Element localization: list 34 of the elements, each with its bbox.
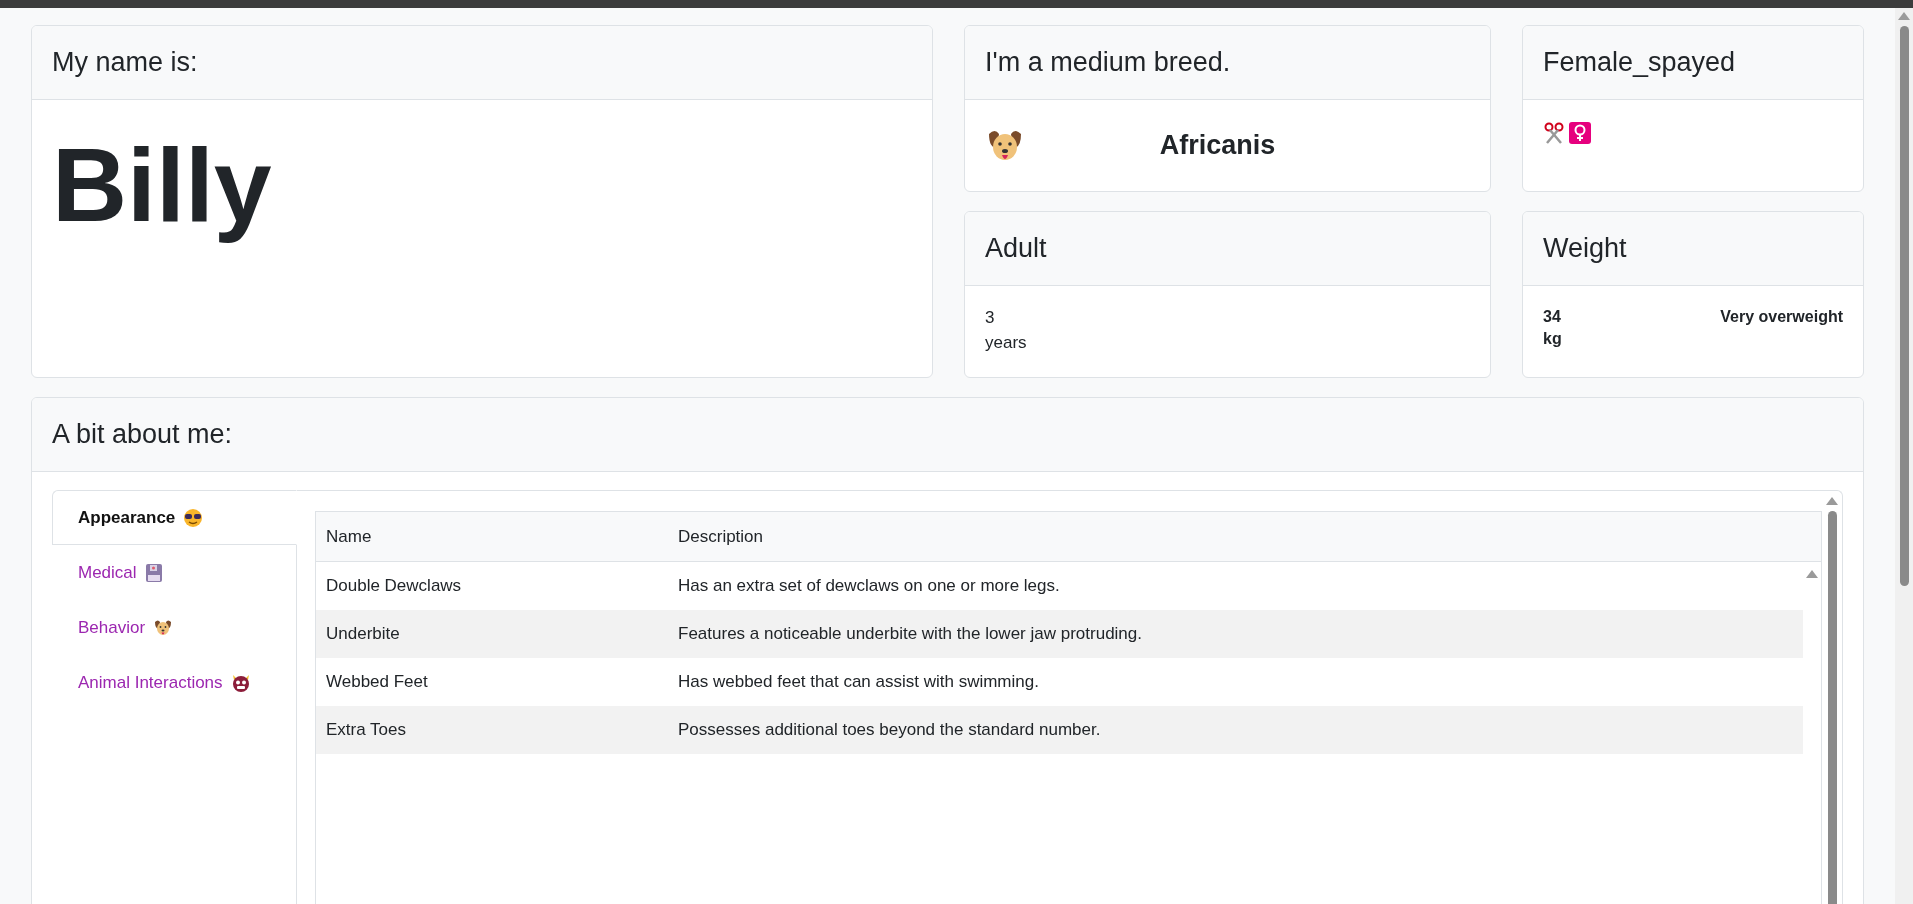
weight-value: 34 <box>1543 307 1561 327</box>
tab[interactable]: Behavior <box>52 600 296 655</box>
column-header: Name <box>326 526 372 546</box>
table-cell: Has webbed feet that can assist with swimming. <box>678 672 1039 692</box>
card-title: Female_spayed <box>1543 46 1736 80</box>
tab[interactable]: Animal Interactions <box>52 655 296 710</box>
table-cell: Webbed Feet <box>326 672 428 692</box>
table-cell: Extra Toes <box>326 720 406 740</box>
dog-name: Billy <box>52 128 273 243</box>
card-title: My name is: <box>52 46 198 80</box>
table-cell: Possesses additional toes beyond the standard number. <box>678 720 1101 740</box>
age-unit: years <box>985 331 1027 354</box>
card-title: Weight <box>1543 232 1627 266</box>
table-cell: Has an extra set of dewclaws on one or more legs. <box>678 576 1060 596</box>
scrollbar-thumb[interactable] <box>1827 511 1837 904</box>
table-cell: Double Dewclaws <box>326 576 462 596</box>
age-value: 3 <box>985 307 995 329</box>
column-header: Description <box>678 526 764 546</box>
tab[interactable]: Medical <box>52 545 296 600</box>
scrollbar-thumb[interactable] <box>1899 26 1909 586</box>
card-title: Adult <box>985 232 1047 266</box>
sunglasses-face-icon <box>183 507 204 528</box>
table-cell: Features a noticeable underbite with the lower jaw protruding. <box>678 624 1142 644</box>
weight-status: Very overweight <box>1720 307 1843 327</box>
scissors-icon <box>1543 122 1565 144</box>
breed-name: Africanis <box>1159 129 1276 163</box>
card-title: A bit about me: <box>52 418 233 452</box>
devil-face-icon <box>230 672 251 693</box>
card-title: I'm a medium breed. <box>985 46 1231 80</box>
scroll-up-icon[interactable] <box>1806 570 1818 578</box>
table-cell: Underbite <box>326 624 400 644</box>
tab[interactable]: Appearance <box>52 490 297 545</box>
female-sign-icon <box>1569 122 1591 144</box>
weight-unit: kg <box>1543 328 1562 349</box>
